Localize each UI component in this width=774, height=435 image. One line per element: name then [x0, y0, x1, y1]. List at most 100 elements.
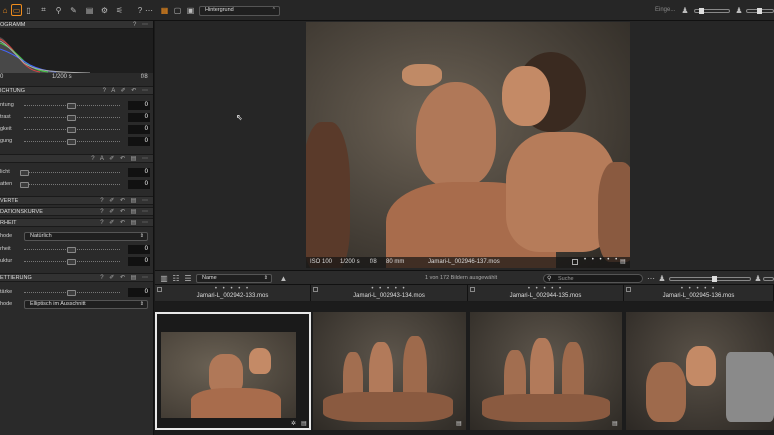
rating-dots-icon[interactable]: • • • • • [584, 257, 619, 263]
rating-dots[interactable]: • • • • • [624, 286, 773, 292]
slider-handle[interactable] [67, 103, 76, 109]
single-view-icon[interactable]: ▢ [172, 5, 183, 16]
hdr-tools-icon[interactable]: ? A ✐ ↶ ▤ ⋯ [91, 155, 150, 162]
shadow-slider[interactable] [20, 182, 120, 188]
thumbnail-4[interactable] [626, 312, 774, 430]
vignette-amount-value[interactable]: 0 [128, 288, 150, 297]
structure-value[interactable]: 0 [128, 257, 150, 266]
clarity-slider[interactable] [24, 247, 120, 253]
contrast-slider[interactable] [24, 115, 120, 121]
clarity-header[interactable]: RHEIT ? ✐ ↶ ▤ ⋯ [0, 218, 153, 227]
woman-face [686, 346, 716, 386]
checkbox-icon[interactable] [572, 259, 578, 265]
color-tag-icon[interactable]: ▤ [301, 420, 307, 427]
rating-dots[interactable]: • • • • • [311, 286, 467, 292]
settings-input[interactable]: Einge... [655, 7, 675, 13]
rating-dots[interactable]: • • • • • [468, 286, 623, 292]
slider-handle[interactable] [67, 290, 76, 296]
thumbnail-header-3[interactable]: • • • • • Jamari-L_002944-135.mos [468, 285, 624, 301]
vignette-method-dropdown[interactable]: Elliptisch im Ausschnitt ⇕ [24, 300, 148, 309]
exposure-value[interactable]: 0 [128, 101, 150, 110]
thumbnail-1[interactable]: ✲ ▤ [155, 312, 311, 430]
highlight-value[interactable]: 0 [128, 168, 150, 177]
color-tag-icon[interactable]: ▤ [612, 420, 618, 427]
thumbnail-size-slider[interactable] [669, 276, 751, 282]
adjust-icon[interactable]: ⚟ [114, 4, 125, 16]
brightness-slider[interactable] [24, 127, 120, 133]
sort-dropdown[interactable]: Name ⇕ [196, 274, 272, 283]
search-icon[interactable]: ⚲ [53, 4, 64, 16]
vignette-header[interactable]: ETTIERUNG ? ✐ ↶ ▤ ⋯ [0, 273, 153, 282]
slider-handle[interactable] [20, 182, 29, 188]
sort-direction-icon[interactable]: ▲ [279, 273, 288, 283]
help-icon[interactable]: ? [135, 4, 145, 16]
user-large-icon[interactable]: ♟ [735, 5, 743, 16]
main-image[interactable] [306, 22, 630, 268]
list-browser-icon[interactable]: ☷ [171, 273, 181, 283]
gear-icon[interactable]: ⚙ [99, 4, 110, 16]
curve-header[interactable]: DATIONSKURVE ? ✐ ↶ ▤ ⋯ [0, 207, 153, 216]
curve-tools-icon[interactable]: ? ✐ ↶ ▤ ⋯ [100, 208, 150, 215]
clarity-value[interactable]: 0 [128, 245, 150, 254]
color-tag-icon[interactable]: ▤ [620, 258, 626, 265]
slider-handle[interactable] [67, 139, 76, 145]
user-icon[interactable]: ♟ [681, 5, 689, 16]
zoom-slider-handle[interactable] [699, 8, 704, 14]
contrast-value[interactable]: 0 [128, 113, 150, 122]
highlight-slider[interactable] [20, 170, 120, 176]
crop-icon[interactable]: ⌗ [38, 4, 49, 16]
chevron-updown-icon: ⇕ [139, 233, 144, 239]
structure-slider[interactable] [24, 259, 120, 265]
more-icon[interactable]: ⋯ [145, 4, 153, 16]
thumbnail-3[interactable]: ▤ [470, 312, 622, 430]
compare-view-icon[interactable]: ▣ [185, 5, 196, 16]
clarity-method-dropdown[interactable]: Natürlich ⇕ [24, 232, 148, 241]
slider-handle[interactable] [67, 259, 76, 265]
filmstrip-browser-icon[interactable]: ☰ [183, 273, 193, 283]
vignette-amount-slider[interactable] [24, 290, 120, 296]
vignette-tools-icon[interactable]: ? ✐ ↶ ▤ ⋯ [100, 274, 150, 281]
library-icon[interactable]: ⌂ [0, 4, 10, 16]
preset-dropdown[interactable]: Hintergrund ⌃ [199, 6, 280, 16]
grid-view-icon[interactable]: ▦ [159, 5, 170, 16]
thumbnail-header-4[interactable]: • • • • • Jamari-L_002945-136.mos [624, 285, 774, 301]
thumbnail-header-2[interactable]: • • • • • Jamari-L_002943-134.mos [311, 285, 468, 301]
histogram-header[interactable]: OGRAMM ? ⋯ [0, 21, 153, 29]
levels-header[interactable]: VERTE ? ✐ ↶ ▤ ⋯ [0, 196, 153, 205]
slider-handle[interactable] [20, 170, 29, 176]
brush-icon[interactable]: ✎ [68, 4, 79, 16]
search-field[interactable]: ⚲ Suche [543, 274, 643, 283]
thumbnail-2[interactable]: ▤ [313, 312, 466, 430]
contrast-label: trast [0, 114, 11, 120]
saturation-slider[interactable] [24, 139, 120, 145]
lens-icon[interactable]: ▯ [24, 4, 33, 16]
exposure-header[interactable]: ICHTUNG ? A ✐ ↶ ⋯ [0, 86, 153, 95]
user-large-icon[interactable]: ♟ [754, 273, 762, 283]
brightness-value[interactable]: 0 [128, 125, 150, 134]
saturation-value[interactable]: 0 [128, 137, 150, 146]
thumbnail-header-1[interactable]: • • • • • Jamari-L_002942-133.mos [155, 285, 311, 301]
user-icon[interactable]: ♟ [658, 273, 666, 283]
hdr-header[interactable]: ? A ✐ ↶ ▤ ⋯ [0, 154, 153, 163]
slider-handle[interactable] [67, 127, 76, 133]
exposure-tools-icon[interactable]: ? A ✐ ↶ ⋯ [103, 87, 150, 94]
grid-browser-icon[interactable]: ▥ [159, 273, 169, 283]
thumbnail-size-handle[interactable] [712, 276, 717, 282]
clarity-tools-icon[interactable]: ? ✐ ↶ ▤ ⋯ [100, 219, 150, 226]
browser-zoom-slider[interactable] [763, 277, 774, 281]
metadata-icon[interactable]: ▤ [84, 4, 95, 16]
size-slider[interactable] [746, 8, 774, 14]
shadow-value[interactable]: 0 [128, 180, 150, 189]
levels-tools-icon[interactable]: ? ✐ ↶ ▤ ⋯ [100, 197, 150, 204]
histogram-tools-icon[interactable]: ? ⋯ [133, 21, 150, 28]
figure-group [482, 394, 610, 422]
zoom-slider[interactable] [694, 8, 730, 14]
slider-handle[interactable] [67, 115, 76, 121]
size-slider-handle[interactable] [757, 8, 762, 14]
filter-icon[interactable]: ⋯ [646, 273, 656, 283]
capture-icon[interactable]: ▭ [11, 4, 22, 16]
rating-dots[interactable]: • • • • • [155, 286, 310, 292]
slider-handle[interactable] [67, 247, 76, 253]
exposure-slider[interactable] [24, 103, 120, 109]
color-tag-icon[interactable]: ▤ [456, 420, 462, 427]
